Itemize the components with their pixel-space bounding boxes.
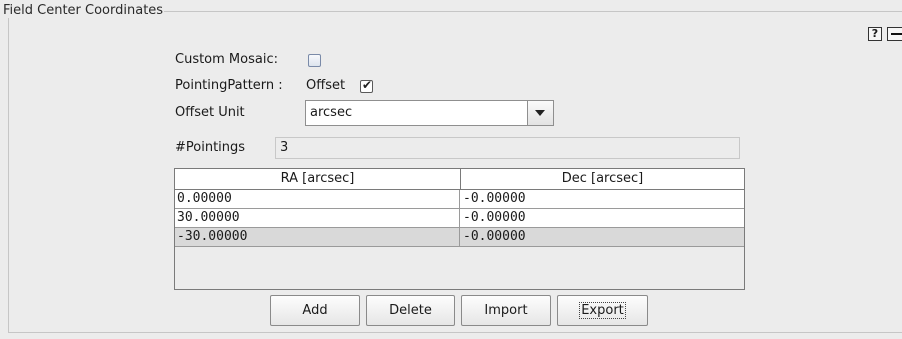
offset-checkbox[interactable]: ✔	[360, 78, 373, 93]
offset-unit-label: Offset Unit	[175, 105, 245, 120]
custom-mosaic-label: Custom Mosaic:	[175, 52, 278, 67]
export-button-label: Export	[579, 302, 626, 319]
custom-mosaic-checkbox[interactable]	[308, 54, 321, 67]
table-header: RA [arcsec] Dec [arcsec]	[175, 169, 744, 190]
add-button[interactable]: Add	[270, 295, 360, 326]
column-header-dec[interactable]: Dec [arcsec]	[461, 169, 744, 189]
checkmark-icon: ✔	[362, 78, 373, 92]
column-header-ra[interactable]: RA [arcsec]	[175, 169, 461, 189]
offset-unit-value: arcsec	[310, 105, 353, 120]
dec-cell[interactable]: -0.00000	[461, 209, 744, 227]
offsets-table[interactable]: RA [arcsec] Dec [arcsec] 0.00000 -0.0000…	[174, 168, 745, 290]
ra-cell[interactable]: -30.00000	[175, 228, 460, 246]
add-button-label: Add	[302, 303, 328, 318]
import-button-label: Import	[484, 303, 528, 318]
minimize-icon[interactable]	[887, 27, 902, 41]
table-row-selected[interactable]: -30.00000 -0.00000	[175, 228, 744, 247]
chevron-down-icon[interactable]	[527, 101, 553, 125]
delete-button[interactable]: Delete	[366, 295, 455, 326]
pointing-pattern-value: Offset	[306, 78, 346, 93]
panel-title: Field Center Coordinates	[2, 3, 165, 18]
pointings-value: 3	[280, 140, 289, 155]
offset-unit-select[interactable]: arcsec	[305, 100, 554, 126]
export-button[interactable]: Export	[557, 295, 648, 326]
pointings-label: #Pointings	[175, 140, 246, 155]
table-row[interactable]: 0.00000 -0.00000	[175, 190, 744, 209]
delete-button-label: Delete	[389, 303, 432, 318]
import-button[interactable]: Import	[461, 295, 551, 326]
ra-cell[interactable]: 0.00000	[175, 190, 460, 208]
ra-cell[interactable]: 30.00000	[175, 209, 460, 227]
pointing-pattern-label: PointingPattern :	[175, 78, 283, 93]
pointings-field: 3	[275, 137, 740, 159]
dec-cell[interactable]: -0.00000	[461, 190, 744, 208]
help-icon[interactable]: ?	[868, 27, 882, 41]
dec-cell[interactable]: -0.00000	[461, 228, 744, 246]
table-row[interactable]: 30.00000 -0.00000	[175, 209, 744, 228]
